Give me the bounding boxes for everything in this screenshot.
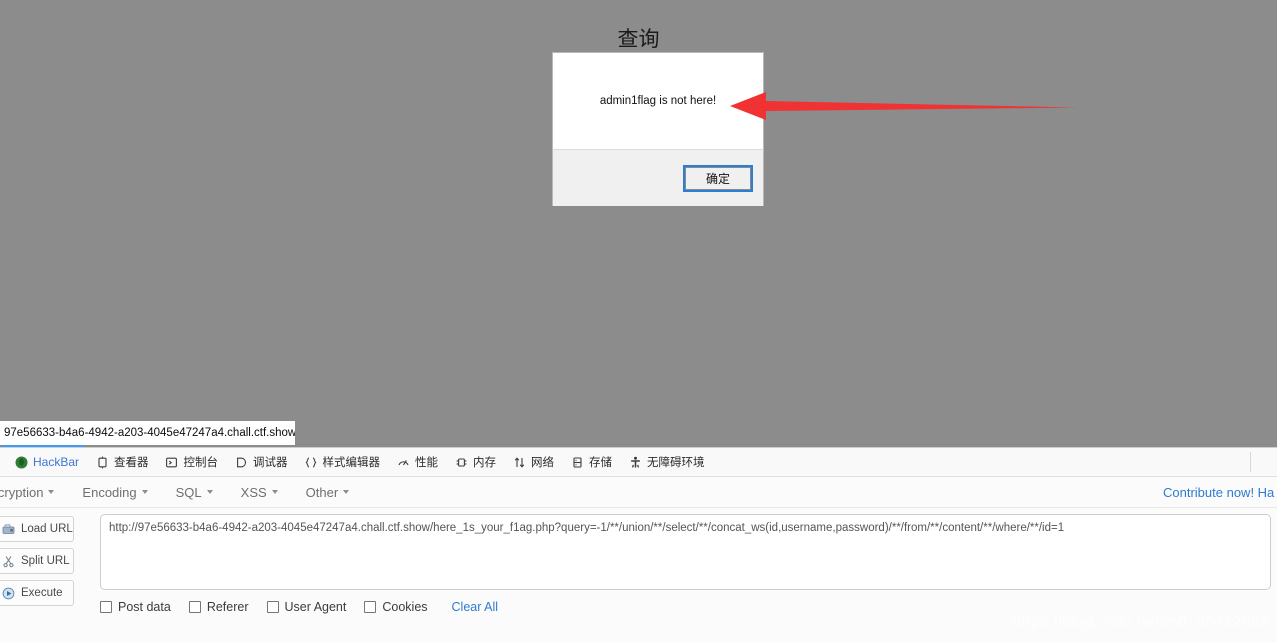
browser-tab-strip: 97e56633-b4a6-4942-a203-4045e47247a4.cha… [0,421,1277,447]
page-viewport: 查询 admin1flag is not here! 确定 [0,0,1277,421]
hackbar-icon [14,455,28,469]
hackbar-menu-encryption[interactable]: Encryption [0,485,68,500]
console-icon [165,455,179,469]
devtools-tab-row: HackBar 查看器 控制台 调试器 样式编辑器 性能 内存 网络 存储 无障… [0,448,1277,477]
hackbar-url-field-wrapper [100,514,1271,595]
checkbox-box [364,601,377,613]
devtools-tab-label: 控制台 [183,455,219,469]
browser-tab[interactable]: 97e56633-b4a6-4942-a203-4045e47247a4.cha… [0,421,295,445]
accessibility-icon [628,455,642,469]
devtools-tab-inspector[interactable]: 查看器 [87,449,157,476]
hackbar-menu-xss[interactable]: XSS [227,485,292,500]
hackbar-menu-sql[interactable]: SQL [162,485,227,500]
devtools-tab-label: HackBar [33,455,80,469]
dialog-message: admin1flag is not here! [599,95,717,107]
memory-icon [454,455,468,469]
performance-icon [396,455,410,469]
storage-icon [570,455,584,469]
devtools-tab-label: 查看器 [114,455,149,469]
hackbar-menu-other[interactable]: Other [292,485,364,500]
hackbar-button-label: Split URL [21,555,70,567]
chevron-down-icon [343,490,350,494]
dialog-footer: 确定 [553,149,763,206]
devtools-tab-style-editor[interactable]: 样式编辑器 [296,449,389,476]
checkbox-referer[interactable]: Referer [188,600,249,614]
hackbar-options-row: Post data Referer User Agent Cookies Cle… [100,600,498,614]
checkbox-label: Cookies [382,600,428,614]
checkbox-box [266,601,279,613]
checkbox-label: Post data [118,600,171,614]
devtools-tab-storage[interactable]: 存储 [562,449,620,476]
hackbar-action-buttons: Load URL Split URL Execute [0,516,74,612]
devtools-panel: HackBar 查看器 控制台 调试器 样式编辑器 性能 内存 网络 存储 无障… [0,447,1277,642]
hackbar-menu-label: SQL [175,484,202,500]
page-title: 查询 [617,27,660,51]
load-url-icon [1,522,15,536]
style-editor-icon [304,455,318,469]
devtools-tab-label: 无障碍环境 [647,455,705,469]
split-url-icon [1,554,15,568]
checkbox-box [100,601,112,613]
devtools-toolbar-divider [1250,452,1251,472]
devtools-tab-label: 存储 [589,455,613,469]
chevron-down-icon [206,490,213,494]
devtools-tab-network[interactable]: 网络 [504,449,562,476]
hackbar-menu-row: Encryption Encoding SQL XSS Other Contri… [0,477,1277,508]
hackbar-menu-label: Encryption [0,484,44,500]
checkbox-box [188,601,201,613]
devtools-tab-label: 网络 [531,455,555,469]
alert-dialog: admin1flag is not here! 确定 [552,52,764,206]
debugger-icon [234,455,248,469]
hackbar-menu-encoding[interactable]: Encoding [68,485,161,500]
chevron-down-icon [48,490,55,494]
inspector-icon [95,455,109,469]
network-icon [512,455,526,469]
chevron-down-icon [271,490,278,494]
browser-tab-title: 97e56633-b4a6-4942-a203-4045e47247a4.cha… [4,427,295,439]
checkbox-cookies[interactable]: Cookies [364,600,428,614]
checkbox-label: Referer [206,600,249,614]
hackbar-button-label: Load URL [21,523,73,535]
hackbar-menu-label: XSS [240,484,267,500]
devtools-tab-label: 样式编辑器 [322,455,381,469]
hackbar-button-label: Execute [21,587,63,599]
execute-button[interactable]: Execute [0,580,74,606]
devtools-tab-console[interactable]: 控制台 [157,449,227,476]
split-url-button[interactable]: Split URL [0,548,74,574]
clear-all-link[interactable]: Clear All [452,600,499,614]
devtools-tab-performance[interactable]: 性能 [388,449,446,476]
annotation-arrow-icon [730,92,1078,120]
devtools-tab-label: 内存 [473,455,497,469]
hackbar-menu-label: Encoding [82,484,137,500]
chevron-down-icon [141,490,148,494]
devtools-tab-label: 性能 [415,455,439,469]
url-input[interactable] [100,514,1271,590]
devtools-tab-accessibility[interactable]: 无障碍环境 [620,449,713,476]
execute-icon [1,586,15,600]
checkbox-user-agent[interactable]: User Agent [266,600,347,614]
watermark-text: https://blog.csdn.net/m0_46412682 [1012,614,1269,631]
hackbar-menu-label: Other [305,484,339,500]
devtools-tab-label: 调试器 [253,455,288,469]
checkbox-label: User Agent [284,600,347,614]
dialog-ok-button[interactable]: 确定 [683,164,753,192]
devtools-tab-memory[interactable]: 内存 [446,449,504,476]
devtools-tab-debugger[interactable]: 调试器 [226,449,296,476]
contribute-link[interactable]: Contribute now! Ha [1163,477,1277,508]
devtools-tab-hackbar[interactable]: HackBar [6,449,87,476]
load-url-button[interactable]: Load URL [0,516,74,542]
dialog-body: admin1flag is not here! [553,53,763,149]
checkbox-post-data[interactable]: Post data [100,600,171,614]
